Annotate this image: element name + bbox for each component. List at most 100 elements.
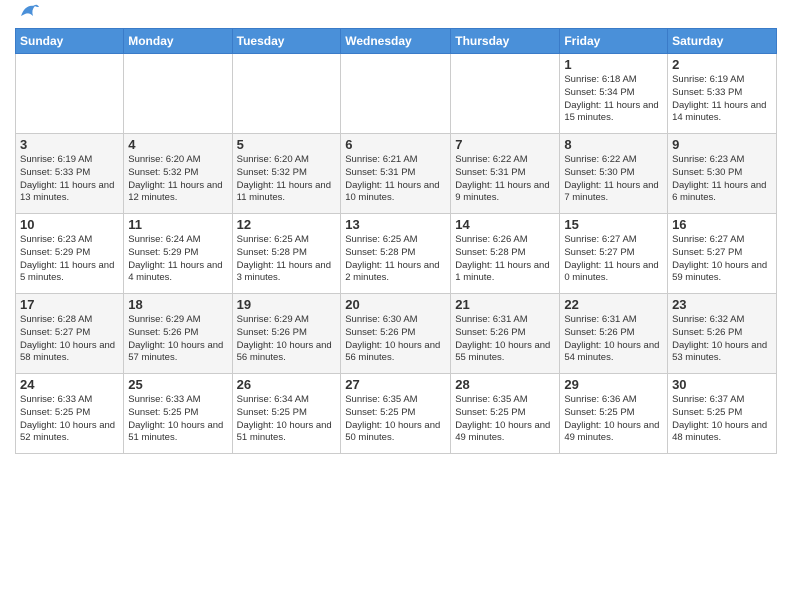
week-row-5: 24 Sunrise: 6:33 AM Sunset: 5:25 PM Dayli… xyxy=(16,374,777,454)
day-info: Sunrise: 6:31 AM Sunset: 5:26 PM Dayligh… xyxy=(455,314,555,365)
week-row-2: 3 Sunrise: 6:19 AM Sunset: 5:33 PM Daylig… xyxy=(16,134,777,214)
weekday-header-saturday: Saturday xyxy=(668,29,777,54)
day-info: Sunrise: 6:20 AM Sunset: 5:32 PM Dayligh… xyxy=(237,154,337,205)
calendar-cell: 28 Sunrise: 6:35 AM Sunset: 5:25 PM Dayli… xyxy=(451,374,560,454)
day-info: Sunrise: 6:22 AM Sunset: 5:30 PM Dayligh… xyxy=(564,154,663,205)
calendar-cell: 19 Sunrise: 6:29 AM Sunset: 5:26 PM Dayli… xyxy=(232,294,341,374)
day-info: Sunrise: 6:37 AM Sunset: 5:25 PM Dayligh… xyxy=(672,394,772,445)
day-number: 5 xyxy=(237,137,337,152)
calendar-cell: 15 Sunrise: 6:27 AM Sunset: 5:27 PM Dayli… xyxy=(560,214,668,294)
day-number: 28 xyxy=(455,377,555,392)
day-info: Sunrise: 6:21 AM Sunset: 5:31 PM Dayligh… xyxy=(345,154,446,205)
calendar-cell: 7 Sunrise: 6:22 AM Sunset: 5:31 PM Daylig… xyxy=(451,134,560,214)
day-info: Sunrise: 6:32 AM Sunset: 5:26 PM Dayligh… xyxy=(672,314,772,365)
calendar-cell: 4 Sunrise: 6:20 AM Sunset: 5:32 PM Daylig… xyxy=(124,134,232,214)
calendar-cell: 27Sunrise: 6:35 AM Sunset: 5:25 PM Dayli… xyxy=(341,374,451,454)
weekday-header-thursday: Thursday xyxy=(451,29,560,54)
weekday-header-monday: Monday xyxy=(124,29,232,54)
calendar-cell: 3 Sunrise: 6:19 AM Sunset: 5:33 PM Daylig… xyxy=(16,134,124,214)
day-info: Sunrise: 6:33 AM Sunset: 5:25 PM Dayligh… xyxy=(20,394,119,445)
day-number: 26 xyxy=(237,377,337,392)
day-info: Sunrise: 6:27 AM Sunset: 5:27 PM Dayligh… xyxy=(672,234,772,285)
day-number: 2 xyxy=(672,57,772,72)
day-number: 19 xyxy=(237,297,337,312)
day-info: Sunrise: 6:29 AM Sunset: 5:26 PM Dayligh… xyxy=(128,314,227,365)
calendar-cell: 20 Sunrise: 6:30 AM Sunset: 5:26 PM Dayli… xyxy=(341,294,451,374)
day-info: Sunrise: 6:25 AM Sunset: 5:28 PM Dayligh… xyxy=(237,234,337,285)
week-row-3: 10 Sunrise: 6:23 AM Sunset: 5:29 PM Dayli… xyxy=(16,214,777,294)
day-number: 11 xyxy=(128,217,227,232)
week-row-1: 1 Sunrise: 6:18 AM Sunset: 5:34 PM Daylig… xyxy=(16,54,777,134)
logo-bird-icon xyxy=(17,2,39,20)
weekday-header-friday: Friday xyxy=(560,29,668,54)
day-info: Sunrise: 6:28 AM Sunset: 5:27 PM Dayligh… xyxy=(20,314,119,365)
calendar-cell xyxy=(16,54,124,134)
day-number: 6 xyxy=(345,137,446,152)
weekday-header-row: SundayMondayTuesdayWednesdayThursdayFrid… xyxy=(16,29,777,54)
weekday-header-wednesday: Wednesday xyxy=(341,29,451,54)
day-number: 7 xyxy=(455,137,555,152)
calendar-cell: 26 Sunrise: 6:34 AM Sunset: 5:25 PM Dayli… xyxy=(232,374,341,454)
calendar-cell: 21 Sunrise: 6:31 AM Sunset: 5:26 PM Dayli… xyxy=(451,294,560,374)
day-number: 12 xyxy=(237,217,337,232)
day-number: 23 xyxy=(672,297,772,312)
day-info: Sunrise: 6:30 AM Sunset: 5:26 PM Dayligh… xyxy=(345,314,446,365)
weekday-header-sunday: Sunday xyxy=(16,29,124,54)
calendar-cell: 16 Sunrise: 6:27 AM Sunset: 5:27 PM Dayli… xyxy=(668,214,777,294)
week-row-4: 17 Sunrise: 6:28 AM Sunset: 5:27 PM Dayli… xyxy=(16,294,777,374)
calendar-cell: 23 Sunrise: 6:32 AM Sunset: 5:26 PM Dayli… xyxy=(668,294,777,374)
day-number: 27 xyxy=(345,377,446,392)
day-number: 16 xyxy=(672,217,772,232)
calendar-cell: 22 Sunrise: 6:31 AM Sunset: 5:26 PM Dayli… xyxy=(560,294,668,374)
day-info: Sunrise: 6:31 AM Sunset: 5:26 PM Dayligh… xyxy=(564,314,663,365)
day-number: 14 xyxy=(455,217,555,232)
day-number: 21 xyxy=(455,297,555,312)
day-number: 24 xyxy=(20,377,119,392)
calendar-cell: 17 Sunrise: 6:28 AM Sunset: 5:27 PM Dayli… xyxy=(16,294,124,374)
day-info: Sunrise: 6:22 AM Sunset: 5:31 PM Dayligh… xyxy=(455,154,555,205)
day-number: 30 xyxy=(672,377,772,392)
calendar-cell: 14Sunrise: 6:26 AM Sunset: 5:28 PM Dayli… xyxy=(451,214,560,294)
day-info: Sunrise: 6:23 AM Sunset: 5:29 PM Dayligh… xyxy=(20,234,119,285)
day-number: 29 xyxy=(564,377,663,392)
day-number: 22 xyxy=(564,297,663,312)
calendar-container: SundayMondayTuesdayWednesdayThursdayFrid… xyxy=(0,0,792,459)
day-info: Sunrise: 6:19 AM Sunset: 5:33 PM Dayligh… xyxy=(672,74,772,125)
day-info: Sunrise: 6:25 AM Sunset: 5:28 PM Dayligh… xyxy=(345,234,446,285)
day-number: 20 xyxy=(345,297,446,312)
calendar-cell: 6 Sunrise: 6:21 AM Sunset: 5:31 PM Daylig… xyxy=(341,134,451,214)
day-info: Sunrise: 6:27 AM Sunset: 5:27 PM Dayligh… xyxy=(564,234,663,285)
logo xyxy=(15,10,39,20)
calendar-cell xyxy=(124,54,232,134)
day-info: Sunrise: 6:20 AM Sunset: 5:32 PM Dayligh… xyxy=(128,154,227,205)
day-number: 9 xyxy=(672,137,772,152)
day-number: 4 xyxy=(128,137,227,152)
day-number: 10 xyxy=(20,217,119,232)
calendar-cell: 2 Sunrise: 6:19 AM Sunset: 5:33 PM Daylig… xyxy=(668,54,777,134)
day-info: Sunrise: 6:18 AM Sunset: 5:34 PM Dayligh… xyxy=(564,74,663,125)
calendar-cell xyxy=(232,54,341,134)
calendar-cell: 30 Sunrise: 6:37 AM Sunset: 5:25 PM Dayli… xyxy=(668,374,777,454)
day-info: Sunrise: 6:19 AM Sunset: 5:33 PM Dayligh… xyxy=(20,154,119,205)
calendar-cell: 8 Sunrise: 6:22 AM Sunset: 5:30 PM Daylig… xyxy=(560,134,668,214)
day-number: 8 xyxy=(564,137,663,152)
day-number: 3 xyxy=(20,137,119,152)
weekday-header-tuesday: Tuesday xyxy=(232,29,341,54)
day-info: Sunrise: 6:34 AM Sunset: 5:25 PM Dayligh… xyxy=(237,394,337,445)
day-number: 17 xyxy=(20,297,119,312)
calendar-cell: 9 Sunrise: 6:23 AM Sunset: 5:30 PM Daylig… xyxy=(668,134,777,214)
day-number: 15 xyxy=(564,217,663,232)
day-info: Sunrise: 6:29 AM Sunset: 5:26 PM Dayligh… xyxy=(237,314,337,365)
calendar-cell: 13Sunrise: 6:25 AM Sunset: 5:28 PM Dayli… xyxy=(341,214,451,294)
calendar-cell: 25Sunrise: 6:33 AM Sunset: 5:25 PM Dayli… xyxy=(124,374,232,454)
calendar-cell: 18 Sunrise: 6:29 AM Sunset: 5:26 PM Dayli… xyxy=(124,294,232,374)
day-info: Sunrise: 6:35 AM Sunset: 5:25 PM Dayligh… xyxy=(455,394,555,445)
day-number: 1 xyxy=(564,57,663,72)
calendar-cell: 5 Sunrise: 6:20 AM Sunset: 5:32 PM Daylig… xyxy=(232,134,341,214)
calendar-cell: 29Sunrise: 6:36 AM Sunset: 5:25 PM Dayli… xyxy=(560,374,668,454)
day-info: Sunrise: 6:23 AM Sunset: 5:30 PM Dayligh… xyxy=(672,154,772,205)
calendar-cell: 24 Sunrise: 6:33 AM Sunset: 5:25 PM Dayli… xyxy=(16,374,124,454)
calendar-cell: 11Sunrise: 6:24 AM Sunset: 5:29 PM Dayli… xyxy=(124,214,232,294)
day-number: 25 xyxy=(128,377,227,392)
day-number: 18 xyxy=(128,297,227,312)
